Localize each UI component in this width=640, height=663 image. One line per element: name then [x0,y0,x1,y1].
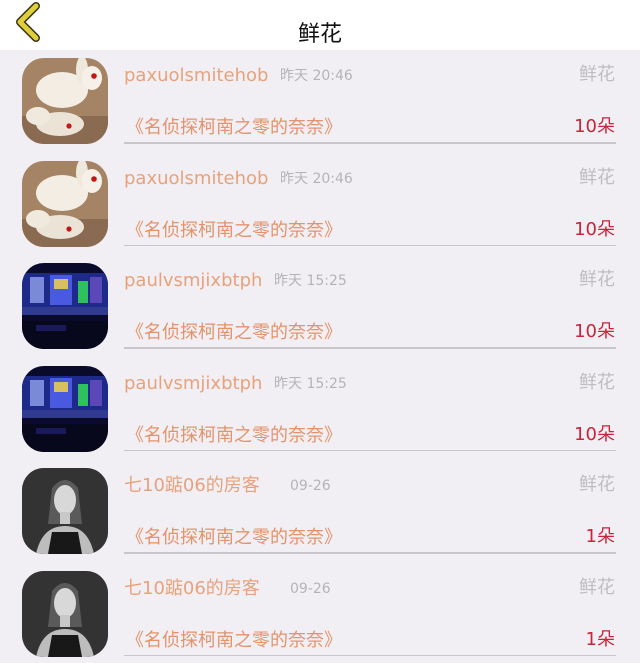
gift-type: 鲜花 [579,371,615,393]
timestamp: 昨天 20:46 [280,170,353,187]
gift-type: 鲜花 [579,269,615,290]
gift-type: 鲜花 [579,166,615,188]
work-title[interactable]: 《名侦探柯南之零的奈奈》 [126,321,342,345]
sender-name[interactable]: 七10踮06的房客 [124,474,260,498]
work-title[interactable]: 《名侦探柯南之零的奈奈》 [126,424,342,448]
sender-name[interactable]: paulvsmjixbtph [124,269,262,293]
page-title: 鲜花 [297,22,342,47]
list-item[interactable]: 七10踮06的房客 09-26 鲜花 《名侦探柯南之零的奈奈》 1朵 [0,563,640,663]
sender-name[interactable]: 七10踮06的房客 [124,577,260,601]
gift-type: 鲜花 [579,64,615,85]
flower-count: 10朵 [574,218,615,240]
rabbit-avatar[interactable] [22,160,108,247]
timestamp: 昨天 20:46 [280,68,353,84]
gift-type: 鲜花 [579,474,615,495]
list-item[interactable]: paulvsmjixbtph 昨天 15:25 鲜花 《名侦探柯南之零的奈奈》 … [0,358,640,461]
divider [124,654,616,656]
list-item[interactable]: 七10踮06的房客 09-26 鲜花 《名侦探柯南之零的奈奈》 1朵 [0,460,640,563]
divider [124,244,616,246]
flower-count: 1朵 [585,526,615,547]
sender-name[interactable]: paxuolsmitehob [124,167,268,191]
list-item[interactable]: paxuolsmitehob 昨天 20:46 鲜花 《名侦探柯南之零的奈奈》 … [0,50,640,153]
divider [124,347,616,349]
divider [124,552,616,554]
work-title[interactable]: 《名侦探柯南之零的奈奈》 [126,116,342,140]
list-item[interactable]: paulvsmjixbtph 昨天 15:25 鲜花 《名侦探柯南之零的奈奈》 … [0,255,640,358]
timestamp: 昨天 15:25 [274,375,347,392]
sender-name[interactable]: paulvsmjixbtph [124,372,262,396]
list-item[interactable]: paxuolsmitehob 昨天 20:46 鲜花 《名侦探柯南之零的奈奈》 … [0,153,640,256]
nav-bar: 鲜花 [0,0,640,50]
stage-avatar[interactable] [22,365,108,452]
flower-count: 10朵 [574,116,615,137]
work-title[interactable]: 《名侦探柯南之零的奈奈》 [126,526,342,550]
flower-gift-list: paxuolsmitehob 昨天 20:46 鲜花 《名侦探柯南之零的奈奈》 … [0,50,640,663]
divider [124,449,616,451]
timestamp: 昨天 15:25 [274,273,347,289]
sender-name[interactable]: paxuolsmitehob [124,64,268,88]
portrait-avatar[interactable] [22,468,108,554]
flower-count: 1朵 [585,628,615,650]
flower-count: 10朵 [574,423,615,445]
stage-avatar[interactable] [22,263,108,349]
divider [124,142,616,144]
portrait-avatar[interactable] [22,570,108,657]
work-title[interactable]: 《名侦探柯南之零的奈奈》 [126,629,342,653]
work-title[interactable]: 《名侦探柯南之零的奈奈》 [126,219,342,243]
timestamp: 09-26 [290,580,331,597]
timestamp: 09-26 [290,478,331,494]
gift-type: 鲜花 [579,576,615,598]
flower-count: 10朵 [574,321,615,342]
rabbit-avatar[interactable] [22,58,108,144]
